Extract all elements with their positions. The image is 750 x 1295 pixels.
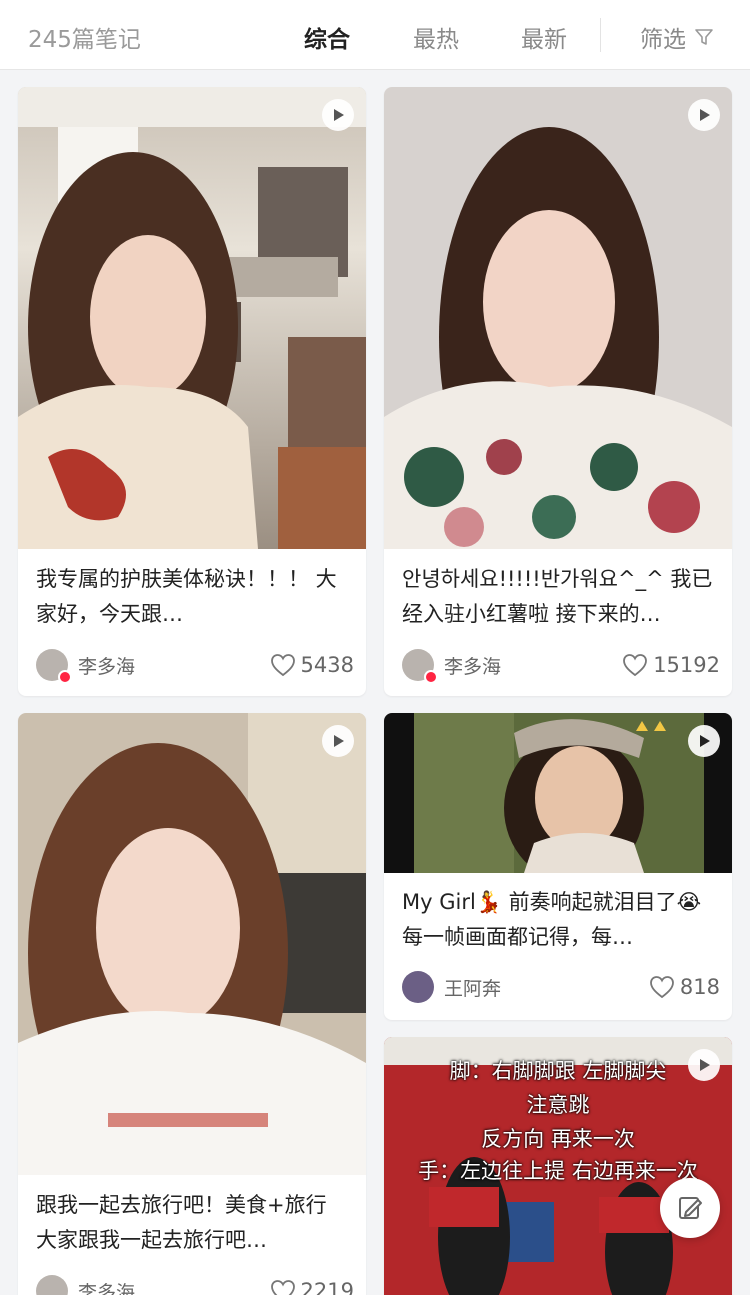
- note-footer: 李多海 15192: [402, 647, 720, 684]
- compose-note-button[interactable]: [660, 1178, 720, 1238]
- avatar[interactable]: [402, 971, 434, 1003]
- note-footer: 李多海 5438: [36, 647, 354, 684]
- note-title[interactable]: 跟我一起去旅行吧！美食+旅行 大家跟我一起去旅行吧…: [36, 1188, 352, 1258]
- video-caption: 注意跳: [526, 1093, 590, 1117]
- tab-hottest[interactable]: 最热: [413, 20, 459, 54]
- author[interactable]: 李多海: [36, 649, 135, 684]
- divider: [600, 18, 601, 52]
- note-footer: 李多海 2219: [36, 1273, 354, 1295]
- note-card[interactable]: 안녕하세요!!!!!반가워요^_^ 我已经入驻小红薯啦 接下来的… 李多海 15…: [384, 87, 732, 696]
- note-card[interactable]: 跟我一起去旅行吧！美食+旅行 大家跟我一起去旅行吧… 李多海 2219: [18, 713, 366, 1295]
- filter-funnel-icon: [695, 29, 713, 45]
- avatar[interactable]: [36, 1275, 68, 1295]
- note-card[interactable]: My Girl💃 前奏响起就泪目了😭 每一帧画面都记得，每… 王阿奔 818: [384, 713, 732, 1020]
- note-title[interactable]: My Girl💃 前奏响起就泪目了😭 每一帧画面都记得，每…: [402, 885, 718, 955]
- note-count: 245篇笔记: [28, 27, 141, 53]
- like-button[interactable]: 818: [649, 975, 720, 999]
- note-footer: 王阿奔 818: [402, 969, 720, 1005]
- like-button[interactable]: 15192: [622, 653, 720, 677]
- like-count: 5438: [300, 653, 354, 677]
- avatar[interactable]: [402, 649, 438, 684]
- avatar[interactable]: [36, 649, 72, 684]
- heart-icon: [650, 976, 674, 999]
- cover-image[interactable]: [384, 713, 732, 873]
- tab-newest[interactable]: 最新: [521, 20, 567, 54]
- video-play-icon: [322, 99, 354, 131]
- author-name[interactable]: 李多海: [444, 652, 501, 679]
- video-play-icon: [688, 725, 720, 757]
- note-card[interactable]: 我专属的护肤美体秘诀！！！ 大家好，今天跟… 李多海 5438: [18, 87, 366, 696]
- like-button[interactable]: 2219: [270, 1279, 354, 1295]
- video-caption: 脚：右脚脚跟 左脚脚尖: [449, 1059, 667, 1083]
- verified-badge-icon: [58, 670, 72, 684]
- cover-image[interactable]: 脚：右脚脚跟 左脚脚尖 注意跳 反方向 再来一次 手：左边往上提 右边再来一次: [384, 1037, 732, 1295]
- heart-icon: [270, 1280, 295, 1295]
- note-title[interactable]: 我专属的护肤美体秘诀！！！ 大家好，今天跟…: [36, 562, 352, 632]
- filter-button[interactable]: 筛选: [640, 20, 714, 54]
- verified-badge-icon: [424, 670, 438, 684]
- author-name[interactable]: 李多海: [78, 1278, 135, 1295]
- author[interactable]: 李多海: [36, 1275, 135, 1295]
- heart-icon: [623, 654, 648, 677]
- video-play-icon: [688, 99, 720, 131]
- filter-label: 筛选: [640, 27, 686, 53]
- cover-image[interactable]: [18, 713, 366, 1175]
- like-count: 15192: [653, 653, 720, 677]
- heart-icon: [270, 654, 295, 677]
- like-count: 818: [679, 975, 720, 999]
- cover-image[interactable]: [384, 87, 732, 549]
- author-name[interactable]: 李多海: [78, 652, 135, 679]
- tab-comprehensive[interactable]: 综合: [304, 20, 350, 54]
- note-title[interactable]: 안녕하세요!!!!!반가워요^_^ 我已经入驻小红薯啦 接下来的…: [402, 562, 718, 632]
- author[interactable]: 王阿奔: [402, 971, 501, 1003]
- note-card[interactable]: 脚：右脚脚跟 左脚脚尖 注意跳 反方向 再来一次 手：左边往上提 右边再来一次: [384, 1037, 732, 1295]
- top-filter-bar: 245篇笔记 综合 最热 最新 筛选: [0, 0, 750, 70]
- like-count: 2219: [300, 1279, 354, 1295]
- video-play-icon: [688, 1049, 720, 1081]
- cover-image[interactable]: [18, 87, 366, 549]
- author-name[interactable]: 王阿奔: [444, 974, 501, 1001]
- video-caption: 反方向 再来一次: [481, 1127, 635, 1151]
- video-play-icon: [322, 725, 354, 757]
- like-button[interactable]: 5438: [270, 653, 354, 677]
- compose-note-icon: [679, 1197, 702, 1219]
- author[interactable]: 李多海: [402, 649, 501, 684]
